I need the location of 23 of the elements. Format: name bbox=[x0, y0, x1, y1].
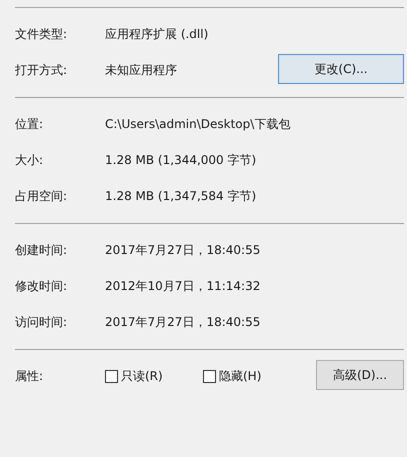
field-value: 2017年7月27日，18:40:55 bbox=[105, 242, 262, 258]
field-value: 应用程序扩展 (.dll) bbox=[105, 26, 210, 42]
field-label: 位置: bbox=[15, 116, 44, 132]
field-label: 占用空间: bbox=[15, 188, 68, 204]
field-value: 2012年10月7日，11:14:32 bbox=[105, 278, 262, 294]
field-label: 修改时间: bbox=[15, 278, 68, 294]
checkbox-option[interactable]: 隐藏(H) bbox=[203, 368, 301, 384]
field-value: C:\Users\admin\Desktop\下载包 bbox=[105, 116, 292, 132]
field-value: 未知应用程序 bbox=[105, 62, 178, 78]
field-label: 打开方式: bbox=[15, 62, 68, 78]
field-label: 文件类型: bbox=[15, 26, 68, 42]
change-button[interactable]: 更改(C)... bbox=[278, 54, 404, 84]
field-value: 1.28 MB (1,347,584 字节) bbox=[105, 188, 258, 204]
field-label: 访问时间: bbox=[15, 314, 68, 330]
field-label: 创建时间: bbox=[15, 242, 68, 258]
checkbox[interactable] bbox=[203, 370, 216, 382]
field-value: 1.28 MB (1,344,000 字节) bbox=[105, 152, 258, 168]
field-label: 大小: bbox=[15, 152, 44, 168]
advanced-button[interactable]: 高级(D)... bbox=[316, 360, 404, 390]
field-label: 属性: bbox=[15, 368, 44, 384]
checkbox-option[interactable]: 只读(R) bbox=[105, 368, 203, 384]
checkbox[interactable] bbox=[105, 370, 118, 382]
field-value: 2017年7月27日，18:40:55 bbox=[105, 314, 262, 330]
